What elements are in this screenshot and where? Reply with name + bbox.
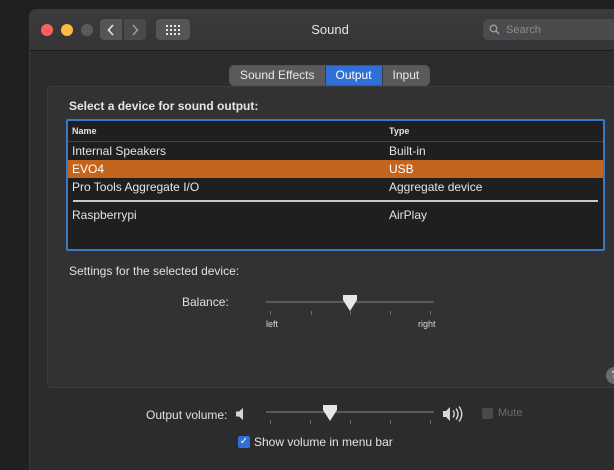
slider-tick [350, 420, 351, 424]
output-panel: Select a device for sound output: Name T… [47, 86, 614, 388]
device-type: USB [389, 162, 414, 176]
sound-preferences-window: Sound Sound Effects Output Input Select … [30, 10, 614, 470]
device-name: Internal Speakers [72, 144, 167, 158]
mute-label: Mute [498, 407, 523, 419]
mute-checkbox-box[interactable] [482, 407, 493, 419]
device-name: EVO4 [72, 162, 105, 176]
output-volume-slider[interactable] [266, 405, 436, 430]
slider-tick [311, 311, 312, 315]
device-row-selected[interactable]: EVO4 USB [68, 160, 603, 178]
checkmark-icon[interactable]: ✓ [238, 436, 250, 448]
slider-tick [390, 311, 391, 315]
search-input[interactable] [504, 22, 614, 37]
output-device-table[interactable]: Name Type Internal Speakers Built-in EVO… [66, 119, 605, 251]
device-type: Aggregate device [389, 180, 483, 194]
slider-tick [350, 311, 351, 315]
show-volume-checkbox[interactable]: ✓ Show volume in menu bar [238, 435, 393, 449]
search-field[interactable] [483, 19, 614, 40]
balance-slider[interactable] [266, 295, 436, 319]
speaker-low-icon [236, 408, 243, 420]
volume-slider-track [266, 411, 434, 413]
balance-right-label: right [418, 319, 436, 329]
select-device-label: Select a device for sound output: [69, 99, 259, 113]
device-row[interactable]: Internal Speakers Built-in [68, 142, 603, 160]
tab-output[interactable]: Output [325, 66, 383, 85]
balance-label: Balance: [182, 295, 229, 309]
slider-tick [430, 420, 431, 424]
slider-tick [270, 311, 271, 315]
device-type: AirPlay [389, 208, 428, 222]
tab-input[interactable]: Input [382, 66, 430, 85]
device-name: Pro Tools Aggregate I/O [72, 180, 200, 194]
column-header-type[interactable]: Type [389, 126, 589, 136]
slider-tick [430, 311, 431, 315]
tab-bar: Sound Effects Output Input [230, 66, 430, 85]
device-type: Built-in [389, 144, 426, 158]
show-volume-label: Show volume in menu bar [254, 435, 393, 449]
title-bar: Sound [30, 10, 614, 51]
slider-tick [310, 420, 311, 424]
device-name: Raspberrypi [72, 208, 137, 222]
output-volume-label: Output volume: [146, 408, 228, 422]
column-header-name[interactable]: Name [68, 126, 389, 136]
search-icon [489, 24, 500, 35]
device-row[interactable]: Pro Tools Aggregate I/O Aggregate device [68, 178, 603, 196]
slider-tick [390, 420, 391, 424]
settings-label: Settings for the selected device: [69, 264, 240, 278]
tab-sound-effects[interactable]: Sound Effects [230, 66, 326, 85]
slider-tick [270, 420, 271, 424]
table-header: Name Type [68, 121, 603, 142]
device-row[interactable]: Raspberrypi AirPlay [68, 206, 603, 224]
table-divider [68, 196, 603, 206]
mute-checkbox[interactable]: Mute [482, 407, 522, 419]
help-button[interactable]: ? [606, 367, 614, 384]
speaker-high-icon [443, 406, 463, 422]
balance-left-label: left [266, 319, 279, 329]
